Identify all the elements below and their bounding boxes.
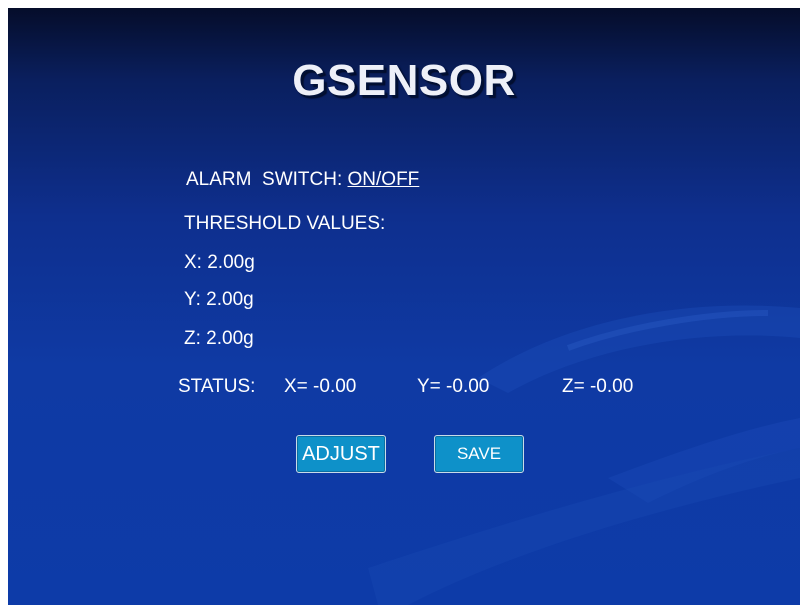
threshold-y-value: Y: 2.00g xyxy=(184,289,254,310)
gsensor-panel: GSENSOR ALARM SWITCH: ON/OFF THRESHOLD V… xyxy=(8,8,800,605)
alarm-switch-row: ALARM SWITCH: ON/OFF xyxy=(186,169,419,191)
alarm-switch-label: ALARM SWITCH: xyxy=(186,169,343,190)
adjust-button[interactable]: ADJUST xyxy=(296,435,386,473)
threshold-x-value: X: 2.00g xyxy=(184,252,255,273)
save-button[interactable]: SAVE xyxy=(434,435,524,473)
page-title: GSENSOR xyxy=(292,56,516,105)
status-y-value: Y= -0.00 xyxy=(417,376,490,397)
status-label: STATUS: xyxy=(178,376,256,397)
threshold-values-heading: THRESHOLD VALUES: xyxy=(184,213,386,234)
status-x-value: X= -0.00 xyxy=(284,376,357,397)
alarm-switch-toggle-link[interactable]: ON/OFF xyxy=(348,169,420,190)
threshold-z-value: Z: 2.00g xyxy=(184,328,254,349)
status-z-value: Z= -0.00 xyxy=(562,376,634,397)
